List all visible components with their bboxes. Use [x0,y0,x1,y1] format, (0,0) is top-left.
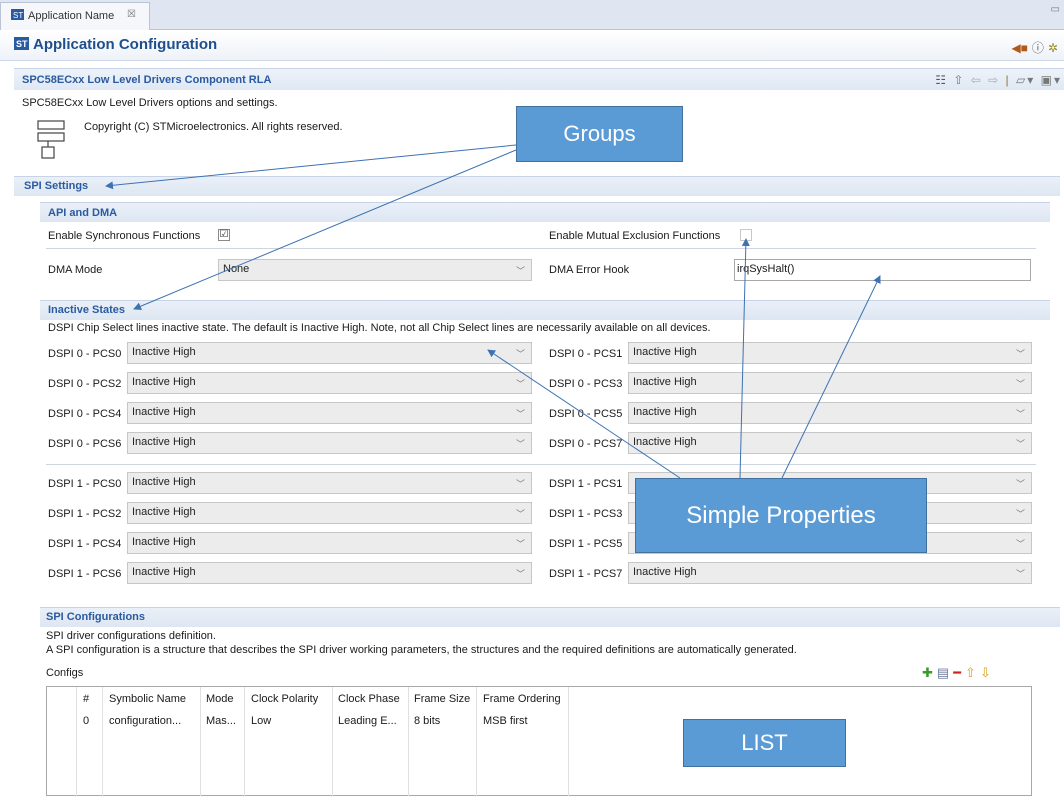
groups-arrow [133,149,517,311]
callout-groups: Groups [516,106,683,162]
callout-list: LIST [683,719,846,767]
simple-arrow [739,238,750,479]
groups-arrow [105,144,517,190]
simple-arrow [781,275,881,479]
callout-simple-properties: Simple Properties [635,478,927,553]
simple-arrow [487,349,681,479]
